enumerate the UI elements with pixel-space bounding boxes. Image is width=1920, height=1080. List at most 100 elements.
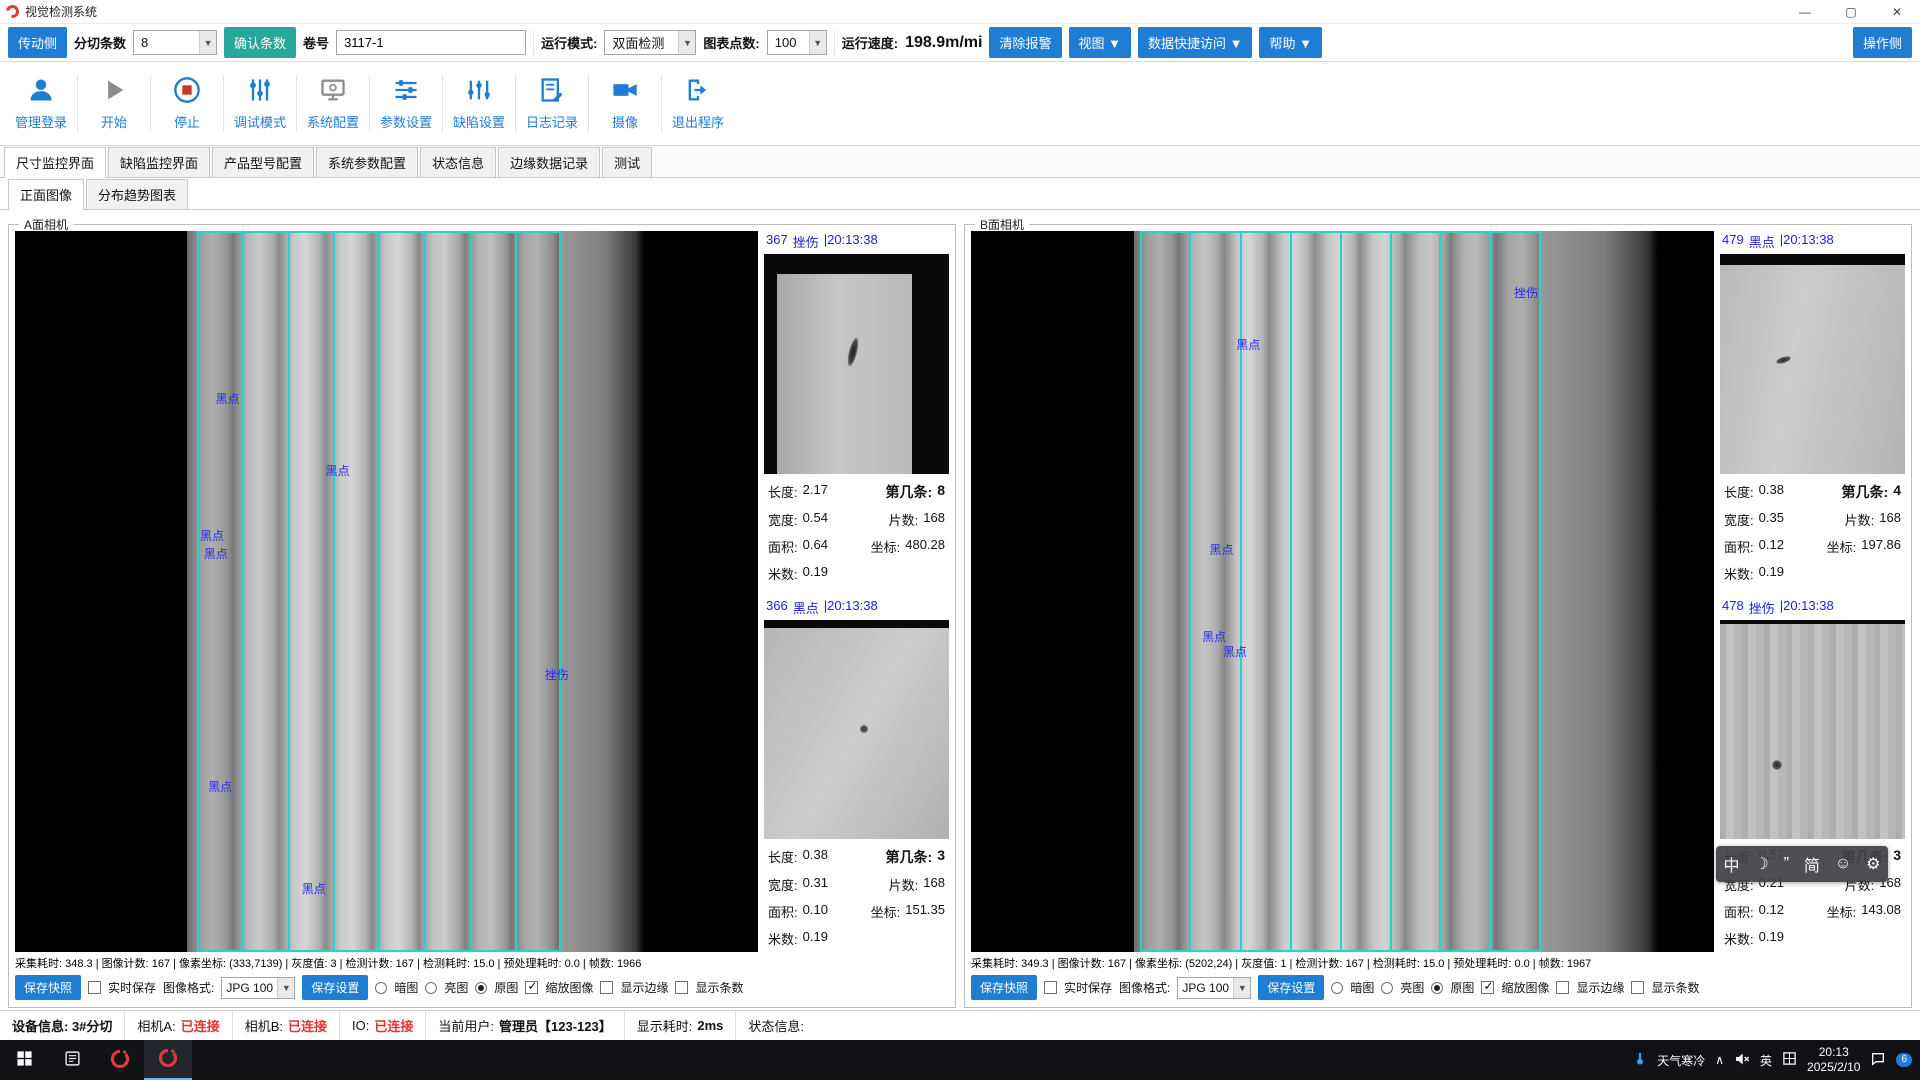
show-edge-checkbox[interactable]	[1556, 981, 1569, 994]
slit-count-label: 分切条数	[74, 33, 126, 52]
bright-image-radio[interactable]	[425, 982, 437, 994]
defect-marker-label[interactable]: 黑点	[1236, 336, 1260, 353]
defect-marker-label[interactable]: 黑点	[204, 545, 228, 562]
save-snapshot-button[interactable]: 保存快照	[971, 975, 1037, 1000]
save-settings-button[interactable]: 保存设置	[1258, 975, 1324, 1000]
zoom-image-checkbox[interactable]	[525, 981, 538, 994]
speaker-muted-icon[interactable]	[1734, 1051, 1750, 1070]
defect-card-header[interactable]: 367 挫伤 |20:13:38	[764, 231, 949, 254]
param-settings-button[interactable]: 参数设置	[371, 66, 441, 141]
divider	[588, 76, 589, 131]
dark-image-label: 暗图	[1350, 979, 1374, 996]
slit-count-select[interactable]: 8 ▼	[133, 30, 217, 55]
dark-image-radio[interactable]	[375, 982, 387, 994]
ime-chinese-mode[interactable]: 中	[1723, 852, 1739, 876]
defect-thumbnail[interactable]	[764, 254, 949, 474]
tab-system-param-config[interactable]: 系统参数配置	[316, 147, 418, 177]
emoji-icon[interactable]: ☺	[1835, 855, 1851, 873]
defect-card-header[interactable]: 478 挫伤 |20:13:38	[1720, 597, 1905, 620]
debug-mode-button[interactable]: 调试模式	[225, 66, 295, 141]
drive-side-button[interactable]: 传动侧	[8, 27, 67, 58]
subtab-front-image[interactable]: 正面图像	[8, 179, 84, 210]
defect-stats: 长度:2.17第几条:8 宽度:0.54片数:168 面积:0.64坐标:480…	[764, 474, 949, 587]
save-settings-button[interactable]: 保存设置	[302, 975, 368, 1000]
stat-label: 长度:	[1724, 482, 1754, 502]
speed-label: 运行速度:	[842, 33, 898, 52]
stop-button[interactable]: 停止	[152, 66, 222, 141]
tab-defect-monitor[interactable]: 缺陷监控界面	[108, 147, 210, 177]
defect-marker-label[interactable]: 黑点	[1210, 541, 1234, 558]
realtime-save-checkbox[interactable]	[1044, 981, 1057, 994]
tab-size-monitor[interactable]: 尺寸监控界面	[4, 147, 106, 178]
tab-status-info[interactable]: 状态信息	[420, 147, 496, 177]
defect-card-header[interactable]: 479 黑点 |20:13:38	[1720, 231, 1905, 254]
data-quick-access-menu-button[interactable]: 数据快捷访问 ▼	[1138, 27, 1252, 58]
dark-image-radio[interactable]	[1331, 982, 1343, 994]
defect-marker-label[interactable]: 黑点	[216, 390, 240, 407]
defect-marker-label[interactable]: 黑点	[1223, 643, 1247, 660]
bright-image-radio[interactable]	[1381, 982, 1393, 994]
zoom-image-checkbox[interactable]	[1481, 981, 1494, 994]
close-button[interactable]: ✕	[1874, 0, 1920, 23]
image-format-select[interactable]: JPG 100▼	[1177, 977, 1251, 999]
input-language-indicator[interactable]: 英	[1760, 1052, 1772, 1069]
show-edge-checkbox[interactable]	[600, 981, 613, 994]
simplified-chinese-icon[interactable]: 简	[1804, 852, 1820, 876]
punctuation-mode-icon[interactable]: ”	[1784, 855, 1789, 873]
tray-expand-icon[interactable]: ∧	[1715, 1053, 1724, 1067]
weather-text[interactable]: 天气寒冷	[1657, 1052, 1705, 1069]
taskbar-app-vision-system[interactable]	[96, 1040, 144, 1080]
taskbar-clock[interactable]: 20:13 2025/2/10	[1807, 1045, 1860, 1075]
system-config-button[interactable]: 系统配置	[298, 66, 368, 141]
defect-marker-label[interactable]: 黑点	[208, 778, 232, 795]
admin-login-button[interactable]: 管理登录	[6, 66, 76, 141]
confirm-count-button[interactable]: 确认条数	[224, 27, 296, 58]
show-count-checkbox[interactable]	[675, 981, 688, 994]
task-view-button[interactable]	[48, 1040, 96, 1080]
chart-points-select[interactable]: 100 ▼	[767, 30, 827, 55]
action-center-icon[interactable]	[1870, 1051, 1886, 1070]
camera-capture-button[interactable]: 摄像	[590, 66, 660, 141]
maximize-button[interactable]: ▢	[1828, 0, 1874, 23]
stat-value: 168	[1879, 510, 1901, 529]
help-menu-button[interactable]: 帮助 ▼	[1259, 27, 1321, 58]
view-menu-button[interactable]: 视图 ▼	[1069, 27, 1131, 58]
roll-number-input[interactable]	[336, 30, 526, 55]
original-image-radio[interactable]	[1431, 982, 1443, 994]
tab-test[interactable]: 测试	[602, 147, 652, 177]
clear-alarm-button[interactable]: 清除报警	[989, 27, 1061, 58]
defect-thumbnail[interactable]	[1720, 254, 1905, 474]
original-image-radio[interactable]	[475, 982, 487, 994]
ime-grid-icon[interactable]	[1782, 1051, 1797, 1069]
run-mode-select[interactable]: 双面检测 ▼	[604, 30, 696, 55]
start-button[interactable]: 开始	[79, 66, 149, 141]
ime-settings-gear-icon[interactable]: ⚙	[1866, 854, 1880, 874]
minimize-button[interactable]: —	[1782, 0, 1828, 23]
window-titlebar: 视觉检测系统 — ▢ ✕	[0, 0, 1920, 24]
defect-marker-label[interactable]: 黑点	[200, 527, 224, 544]
image-format-select[interactable]: JPG 100▼	[221, 977, 295, 999]
operate-side-button[interactable]: 操作侧	[1853, 27, 1912, 58]
defect-thumbnail[interactable]	[1720, 620, 1905, 840]
sub-tab-bar: 正面图像 分布趋势图表	[0, 178, 1920, 210]
defect-marker-label[interactable]: 黑点	[326, 462, 350, 479]
log-record-button[interactable]: 日志记录	[517, 66, 587, 141]
defect-marker-label[interactable]: 挫伤	[1514, 284, 1538, 301]
exit-program-button[interactable]: 退出程序	[663, 66, 733, 141]
defect-marker-label[interactable]: 黑点	[302, 880, 326, 897]
tab-product-model-config[interactable]: 产品型号配置	[212, 147, 314, 177]
defect-thumbnail[interactable]	[764, 620, 949, 840]
tab-edge-data-record[interactable]: 边缘数据记录	[498, 147, 600, 177]
realtime-save-checkbox[interactable]	[88, 981, 101, 994]
show-count-checkbox[interactable]	[1631, 981, 1644, 994]
defect-card-header[interactable]: 366 黑点 |20:13:38	[764, 597, 949, 620]
moon-icon[interactable]: ☽	[1754, 854, 1768, 874]
defect-settings-button[interactable]: 缺陷设置	[444, 66, 514, 141]
subtab-distribution-chart[interactable]: 分布趋势图表	[86, 179, 188, 209]
original-image-label: 原图	[494, 979, 518, 996]
taskbar-app-vision-system-active[interactable]	[144, 1040, 192, 1080]
defect-marker-label[interactable]: 挫伤	[545, 666, 569, 683]
start-menu-button[interactable]	[0, 1040, 48, 1080]
save-snapshot-button[interactable]: 保存快照	[15, 975, 81, 1000]
defect-type: 黑点	[793, 598, 819, 617]
